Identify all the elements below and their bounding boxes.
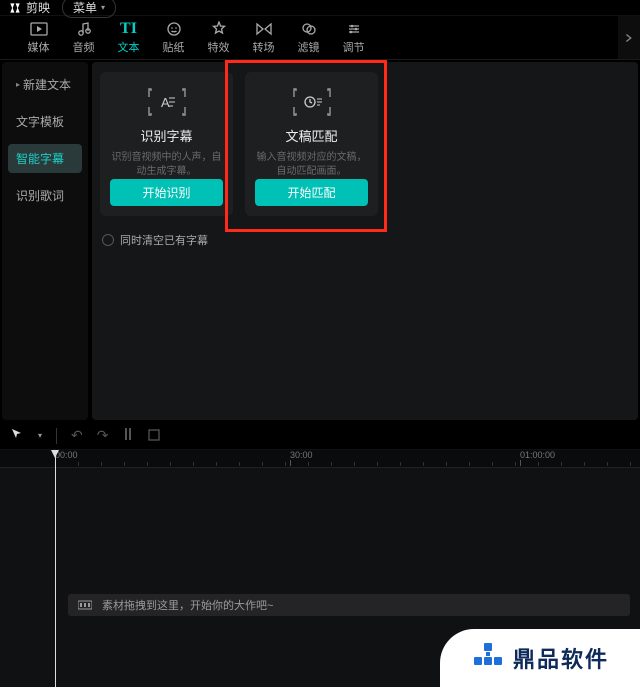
tab-sticker[interactable]: 贴纸 (151, 16, 196, 59)
sticker-icon (165, 21, 183, 37)
tab-effects[interactable]: 特效 (196, 16, 241, 59)
ruler-minor-tick (607, 462, 608, 466)
adjust-icon (345, 21, 363, 37)
tab-transition[interactable]: 转场 (241, 16, 286, 59)
ruler-tick: 30:00 (290, 450, 313, 460)
recognize-bracket-icon: A (148, 88, 186, 116)
ruler-minor-tick (216, 462, 217, 466)
expand-icon[interactable] (622, 31, 636, 45)
ruler-minor-tick (561, 462, 562, 466)
ruler-minor-tick (423, 462, 424, 466)
ruler-minor-tick (147, 462, 148, 466)
timeline-toolbar: ▾ ↶ ↷ (0, 422, 640, 450)
app-name: 剪映 (26, 0, 50, 16)
chevron-down-icon[interactable]: ▾ (38, 431, 42, 440)
main-pane: A 识别字幕 识别音视频中的人声，自动生成字幕。 开始识别 文稿匹配 输入音视频… (92, 62, 638, 420)
ruler-minor-tick (469, 462, 470, 466)
ruler-minor-tick (101, 462, 102, 466)
ruler-minor-tick (262, 462, 263, 466)
card-desc: 输入音视频对应的文稿，自动匹配画面。 (255, 151, 368, 179)
tab-audio[interactable]: 音频 (61, 16, 106, 59)
ruler-minor-tick (354, 462, 355, 466)
sidebar-item-text-template[interactable]: 文字模板 (8, 107, 82, 136)
ruler-minor-tick (492, 462, 493, 466)
watermark-text: 鼎品软件 (513, 642, 609, 674)
watermark-logo-icon (471, 641, 505, 675)
ruler-tick: 01:00:00 (520, 450, 555, 460)
ruler-minor-tick (193, 462, 194, 466)
audio-icon (75, 21, 93, 37)
menu-label: 菜单 (73, 0, 97, 16)
ruler-minor-tick (239, 462, 240, 466)
ruler-minor-tick (377, 462, 378, 466)
checkbox-icon (102, 234, 114, 246)
app-logo-icon (8, 1, 22, 15)
main-tabbar: 媒体 音频 TI 文本 贴纸 特效 转场 滤镜 调节 (0, 16, 640, 60)
redo-icon[interactable]: ↷ (97, 427, 109, 444)
timeline-ruler[interactable]: 00:00 30:00 01:00:00 (0, 450, 640, 468)
sidebar-item-smart-subtitle[interactable]: 智能字幕 (8, 144, 82, 173)
ruler-minor-tick (124, 462, 125, 466)
ruler-minor-tick (446, 462, 447, 466)
sidebar-item-new-text[interactable]: ▸ 新建文本 (8, 70, 82, 99)
timeline-drop-hint[interactable]: 素材拖拽到这里，开始你的大作吧~ (68, 594, 630, 616)
watermark: 鼎品软件 (440, 629, 640, 687)
titlebar: 剪映 菜单 ▾ (0, 0, 640, 16)
card-script-match: 文稿匹配 输入音视频对应的文稿，自动匹配画面。 开始匹配 (245, 72, 378, 216)
pointer-tool-icon[interactable] (10, 427, 24, 444)
effects-icon (210, 21, 228, 37)
svg-text:A: A (161, 95, 170, 110)
timeline-playhead[interactable] (55, 450, 56, 687)
transition-icon (255, 21, 273, 37)
tab-text[interactable]: TI 文本 (106, 16, 151, 59)
card-desc: 识别音视频中的人声，自动生成字幕。 (110, 151, 223, 179)
card-recognize-subtitle: A 识别字幕 识别音视频中的人声，自动生成字幕。 开始识别 (100, 72, 233, 216)
ruler-minor-tick (285, 462, 286, 466)
text-icon: TI (120, 21, 138, 37)
ruler-minor-tick (308, 462, 309, 466)
ruler-minor-tick (584, 462, 585, 466)
card-title: 文稿匹配 (285, 126, 337, 145)
tab-filter[interactable]: 滤镜 (286, 16, 331, 59)
ruler-minor-tick (630, 462, 631, 466)
match-bracket-icon (293, 88, 331, 116)
separator (56, 428, 57, 444)
ruler-minor-tick (515, 462, 516, 466)
sidebar-item-lyrics[interactable]: 识别歌词 (8, 181, 82, 210)
ruler-minor-tick (331, 462, 332, 466)
delete-icon[interactable] (148, 428, 160, 444)
split-icon[interactable] (122, 427, 134, 444)
preview-edge (618, 16, 640, 60)
expand-triangle-icon: ▸ (16, 80, 20, 89)
ruler-minor-tick (170, 462, 171, 466)
card-title: 识别字幕 (140, 126, 192, 145)
undo-icon[interactable]: ↶ (71, 427, 83, 444)
tab-adjust[interactable]: 调节 (331, 16, 376, 59)
ruler-minor-tick (400, 462, 401, 466)
clear-existing-option[interactable]: 同时清空已有字幕 (100, 232, 630, 248)
filter-icon (300, 21, 318, 37)
media-icon (30, 21, 48, 37)
start-recognize-button[interactable]: 开始识别 (110, 179, 223, 206)
content-area: ▸ 新建文本 文字模板 智能字幕 识别歌词 A 识别字幕 识别音视频中的人声，自… (0, 60, 640, 422)
text-sidebar: ▸ 新建文本 文字模板 智能字幕 识别歌词 (2, 62, 88, 420)
ruler-minor-tick (538, 462, 539, 466)
clip-icon (78, 599, 92, 611)
tab-media[interactable]: 媒体 (16, 16, 61, 59)
start-match-button[interactable]: 开始匹配 (255, 179, 368, 206)
chevron-down-icon: ▾ (101, 3, 105, 12)
ruler-minor-tick (78, 462, 79, 466)
